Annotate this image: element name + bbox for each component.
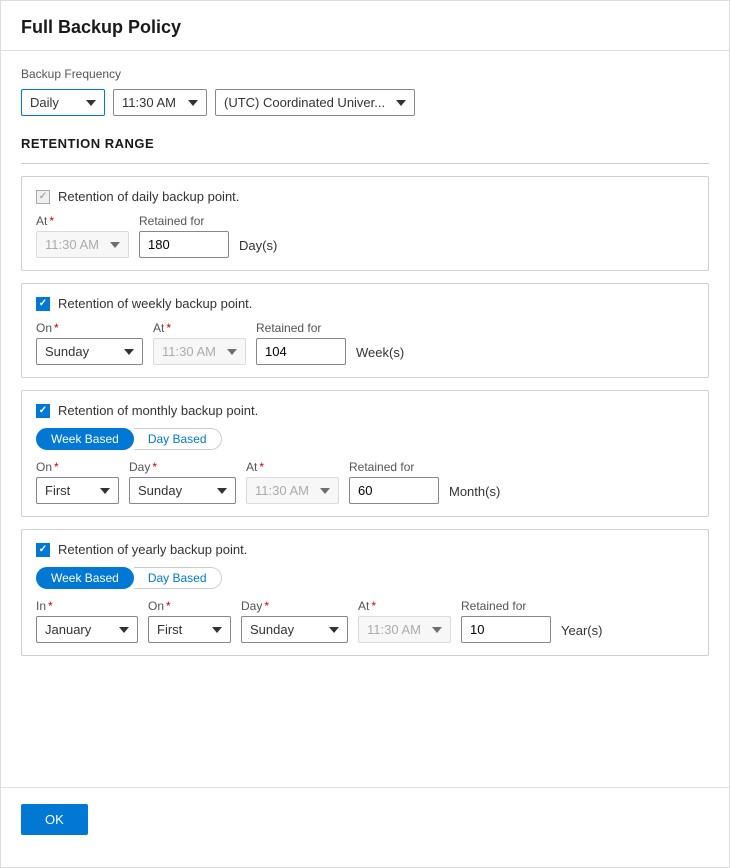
weekly-unit-label: Week(s): [356, 345, 404, 365]
monthly-on-group: On* First Second Third Fourth Last: [36, 460, 119, 504]
monthly-retained-label: Retained for: [349, 460, 439, 474]
yearly-retained-label: Retained for: [461, 599, 551, 613]
yearly-in-group: In* January February March April May Jun…: [36, 599, 138, 643]
yearly-week-based-button[interactable]: Week Based: [36, 567, 134, 589]
weekly-retention-label: Retention of weekly backup point.: [58, 296, 252, 311]
yearly-on-label: On*: [148, 599, 231, 613]
footer: OK: [1, 787, 729, 867]
weekly-retention-header: Retention of weekly backup point.: [36, 296, 694, 311]
monthly-retention-section: Retention of monthly backup point. Week …: [21, 390, 709, 517]
weekly-on-group: On* Sunday Monday Tuesday Wednesday Thur…: [36, 321, 143, 365]
monthly-week-based-button[interactable]: Week Based: [36, 428, 134, 450]
ok-button[interactable]: OK: [21, 804, 88, 835]
monthly-retention-label: Retention of monthly backup point.: [58, 403, 258, 418]
weekly-at-label: At*: [153, 321, 246, 335]
daily-retained-label: Retained for: [139, 214, 229, 228]
yearly-day-label: Day*: [241, 599, 348, 613]
daily-unit-label: Day(s): [239, 238, 277, 258]
page-container: Full Backup Policy Backup Frequency Dail…: [0, 0, 730, 868]
monthly-at-label: At*: [246, 460, 339, 474]
monthly-unit-label: Month(s): [449, 484, 500, 504]
yearly-day-based-button[interactable]: Day Based: [134, 567, 222, 589]
daily-retention-section: Retention of daily backup point. At* 11:…: [21, 176, 709, 271]
timezone-select[interactable]: (UTC) Coordinated Univer...: [215, 89, 415, 116]
monthly-retained-input[interactable]: [349, 477, 439, 504]
weekly-at-group: At* 11:30 AM: [153, 321, 246, 365]
monthly-day-label: Day*: [129, 460, 236, 474]
weekly-retained-label: Retained for: [256, 321, 346, 335]
content-area: Backup Frequency Daily Weekly Monthly 11…: [1, 51, 729, 787]
frequency-row: Daily Weekly Monthly 11:30 AM 12:00 AM (…: [21, 89, 709, 116]
time-select[interactable]: 11:30 AM 12:00 AM: [113, 89, 207, 116]
backup-frequency-label: Backup Frequency: [21, 67, 709, 81]
yearly-in-select[interactable]: January February March April May June Ju…: [36, 616, 138, 643]
section-divider-top: [21, 163, 709, 164]
daily-at-group: At* 11:30 AM: [36, 214, 129, 258]
yearly-retained-input[interactable]: [461, 616, 551, 643]
yearly-unit-label: Year(s): [561, 623, 602, 643]
yearly-on-group: On* First Second Third Fourth Last: [148, 599, 231, 643]
daily-retention-header: Retention of daily backup point.: [36, 189, 694, 204]
daily-retention-checkbox[interactable]: [36, 190, 50, 204]
yearly-retained-group: Retained for: [461, 599, 551, 643]
frequency-select[interactable]: Daily Weekly Monthly: [21, 89, 105, 116]
yearly-at-label: At*: [358, 599, 451, 613]
monthly-retained-group: Retained for: [349, 460, 439, 504]
yearly-toggle-group: Week Based Day Based: [36, 567, 694, 589]
daily-retention-label: Retention of daily backup point.: [58, 189, 239, 204]
yearly-retention-header: Retention of yearly backup point.: [36, 542, 694, 557]
yearly-retention-checkbox[interactable]: [36, 543, 50, 557]
monthly-day-based-button[interactable]: Day Based: [134, 428, 222, 450]
monthly-day-group: Day* Sunday Monday Tuesday Wednesday Thu…: [129, 460, 236, 504]
weekly-fields-row: On* Sunday Monday Tuesday Wednesday Thur…: [36, 321, 694, 365]
weekly-on-label: On*: [36, 321, 143, 335]
monthly-retention-checkbox[interactable]: [36, 404, 50, 418]
weekly-retained-group: Retained for: [256, 321, 346, 365]
yearly-retention-label: Retention of yearly backup point.: [58, 542, 247, 557]
monthly-on-select[interactable]: First Second Third Fourth Last: [36, 477, 119, 504]
weekly-retention-checkbox[interactable]: [36, 297, 50, 311]
yearly-day-select[interactable]: Sunday Monday Tuesday Wednesday Thursday…: [241, 616, 348, 643]
monthly-at-group: At* 11:30 AM: [246, 460, 339, 504]
yearly-at-group: At* 11:30 AM: [358, 599, 451, 643]
yearly-day-group: Day* Sunday Monday Tuesday Wednesday Thu…: [241, 599, 348, 643]
monthly-day-select[interactable]: Sunday Monday Tuesday Wednesday Thursday…: [129, 477, 236, 504]
daily-at-select: 11:30 AM: [36, 231, 129, 258]
daily-retained-input[interactable]: [139, 231, 229, 258]
daily-fields-row: At* 11:30 AM Retained for Day(s): [36, 214, 694, 258]
monthly-fields-row: On* First Second Third Fourth Last Day*: [36, 460, 694, 504]
weekly-retention-section: Retention of weekly backup point. On* Su…: [21, 283, 709, 378]
weekly-at-select: 11:30 AM: [153, 338, 246, 365]
weekly-retained-input[interactable]: [256, 338, 346, 365]
page-title: Full Backup Policy: [1, 1, 729, 51]
yearly-in-label: In*: [36, 599, 138, 613]
monthly-on-label: On*: [36, 460, 119, 474]
yearly-on-select[interactable]: First Second Third Fourth Last: [148, 616, 231, 643]
weekly-on-select[interactable]: Sunday Monday Tuesday Wednesday Thursday…: [36, 338, 143, 365]
yearly-retention-section: Retention of yearly backup point. Week B…: [21, 529, 709, 656]
monthly-retention-header: Retention of monthly backup point.: [36, 403, 694, 418]
yearly-at-select: 11:30 AM: [358, 616, 451, 643]
monthly-toggle-group: Week Based Day Based: [36, 428, 694, 450]
daily-at-label: At*: [36, 214, 129, 228]
yearly-fields-row: In* January February March April May Jun…: [36, 599, 694, 643]
monthly-at-select: 11:30 AM: [246, 477, 339, 504]
retention-range-title: RETENTION RANGE: [21, 136, 709, 151]
daily-retained-group: Retained for: [139, 214, 229, 258]
